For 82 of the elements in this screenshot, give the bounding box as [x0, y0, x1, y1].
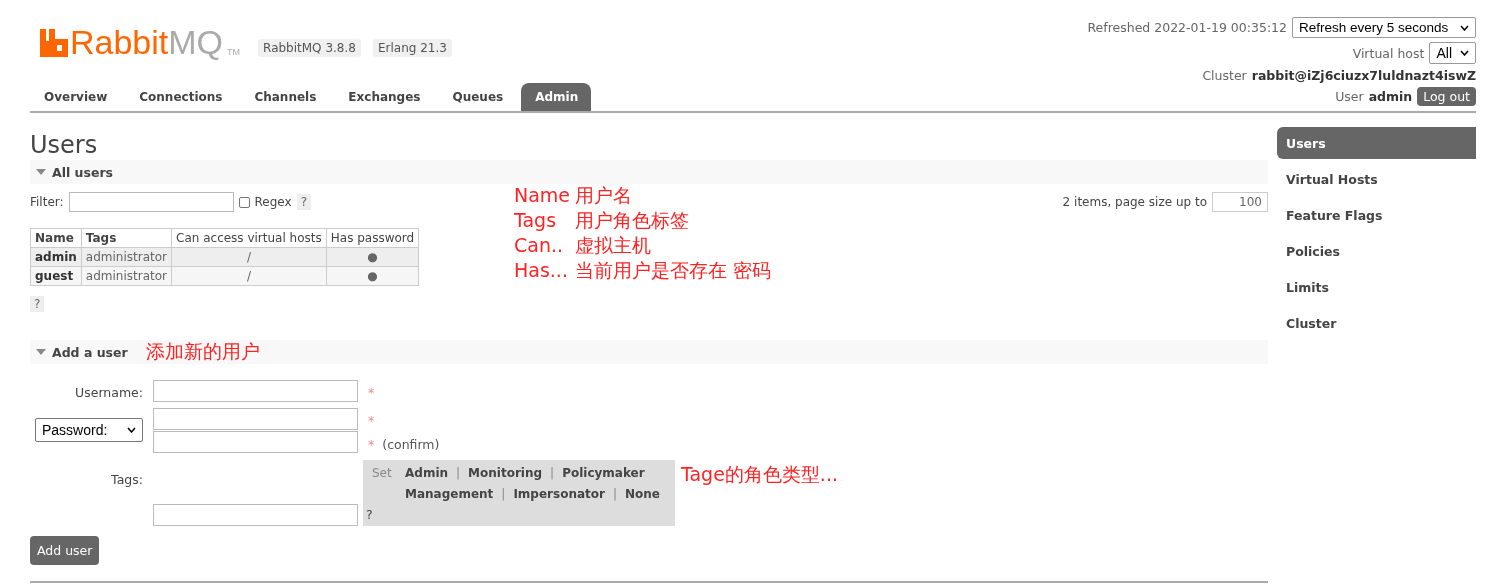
annotation-label: Has... — [514, 258, 569, 283]
annotation-note: Tage的角色类型... — [681, 462, 838, 487]
sidebar-item[interactable]: Limits — [1277, 271, 1476, 303]
password-field[interactable] — [153, 408, 358, 430]
help-link[interactable]: ? — [30, 296, 45, 312]
tag-separator: | — [501, 486, 506, 503]
tag-link[interactable]: Management — [405, 484, 494, 505]
confirm-password-field[interactable] — [153, 431, 358, 453]
logo-icon — [40, 29, 68, 57]
nav-tab[interactable]: Connections — [125, 83, 236, 111]
filter-label: Filter: — [30, 195, 64, 209]
nav-tab[interactable]: Channels — [240, 83, 330, 111]
trademark-mark: TM — [227, 47, 241, 57]
nav-tab[interactable]: Exchanges — [334, 83, 434, 111]
page-size-field[interactable]: 100 — [1212, 192, 1268, 212]
annotation-label: Name — [514, 183, 572, 208]
virtual-host-select[interactable]: All — [1429, 42, 1476, 64]
tag-link[interactable]: Monitoring — [468, 463, 543, 484]
section-title: Add a user — [52, 344, 128, 360]
regex-checkbox[interactable] — [238, 196, 250, 208]
section-header[interactable]: All users — [30, 160, 1268, 184]
virtual-host-label: Virtual host — [1352, 45, 1425, 61]
annotation-note: 添加新的用户 — [145, 339, 260, 364]
refresh-select[interactable]: Refresh every 5 seconds — [1292, 17, 1476, 38]
caret-icon — [1460, 50, 1469, 56]
tags-field[interactable] — [153, 504, 358, 526]
filter-field[interactable] — [68, 192, 234, 212]
tag-separator: | — [612, 486, 617, 503]
required-mark: * — [368, 384, 375, 400]
help-link[interactable]: ? — [296, 194, 311, 210]
annotation-label: Tags — [514, 208, 558, 233]
refreshed-time: Refreshed 2022-01-19 00:35:12 — [1087, 20, 1287, 35]
confirm-label: (confirm) — [382, 436, 440, 452]
nav-tab[interactable]: Overview — [30, 83, 121, 111]
annotation-label: Can.. — [514, 233, 565, 258]
username-field[interactable] — [153, 380, 358, 402]
version-label: Erlang 21.3 — [372, 39, 452, 57]
help-link[interactable]: ? — [366, 507, 376, 522]
column-header: Name — [30, 228, 82, 248]
paging-text: 2 items, page size up to — [1062, 195, 1207, 209]
cluster-name: rabbit@iZj6ciuzx7luldnazt4iswZ — [1251, 68, 1476, 83]
nav-tab[interactable]: Queues — [438, 83, 517, 111]
sidebar-item[interactable]: Feature Flags — [1277, 199, 1476, 231]
add-user-button[interactable]: Add user — [30, 536, 100, 565]
sidebar-item[interactable]: Users — [1277, 127, 1476, 159]
column-header: Tags — [81, 228, 172, 248]
section-header[interactable]: Add a user 添加新的用户 — [30, 340, 1268, 364]
required-mark: * — [368, 412, 375, 428]
caret-icon — [127, 427, 136, 433]
annotation-note: 虚拟主机 — [575, 233, 652, 258]
username-label: Username: — [74, 384, 144, 400]
tag-separator: | — [550, 465, 555, 482]
sidebar-item[interactable]: Cluster — [1277, 307, 1476, 339]
sidebar-item[interactable]: Virtual Hosts — [1277, 163, 1476, 195]
annotation-note: 用户角色标签 — [575, 208, 690, 233]
cluster-label: Cluster — [1202, 68, 1247, 83]
logo-text: Rabbit — [70, 27, 169, 57]
collapse-triangle-icon[interactable] — [36, 168, 46, 176]
tag-link[interactable]: Impersonator — [513, 484, 605, 505]
tag-link[interactable]: Policymaker — [562, 463, 645, 484]
column-header: Has password — [326, 228, 419, 248]
tag-separator: | — [456, 465, 461, 482]
annotation-note: 当前用户是否存在 密码 — [575, 258, 772, 283]
regex-label: Regex — [254, 195, 292, 209]
user-name: admin — [1368, 89, 1413, 104]
tag-link[interactable]: None — [625, 484, 660, 505]
page-title: Users — [30, 130, 99, 160]
user-label: User — [1335, 89, 1364, 104]
section-title: All users — [52, 164, 114, 180]
sidebar-item[interactable]: Policies — [1277, 235, 1476, 267]
collapse-triangle-icon[interactable] — [36, 348, 46, 356]
required-mark: * — [368, 436, 375, 452]
password-select[interactable]: Password: — [35, 418, 143, 442]
set-label: Set — [372, 465, 393, 482]
logout-button[interactable]: Log out — [1417, 87, 1476, 106]
column-header: Can access virtual hosts — [171, 228, 327, 248]
tag-link[interactable]: Admin — [405, 463, 449, 484]
version-label: RabbitMQ 3.8.8 — [258, 39, 361, 57]
caret-icon — [1460, 24, 1469, 31]
annotation-note: 用户名 — [575, 183, 633, 208]
tags-label: Tags: — [110, 472, 144, 487]
nav-tab[interactable]: Admin — [521, 83, 592, 111]
